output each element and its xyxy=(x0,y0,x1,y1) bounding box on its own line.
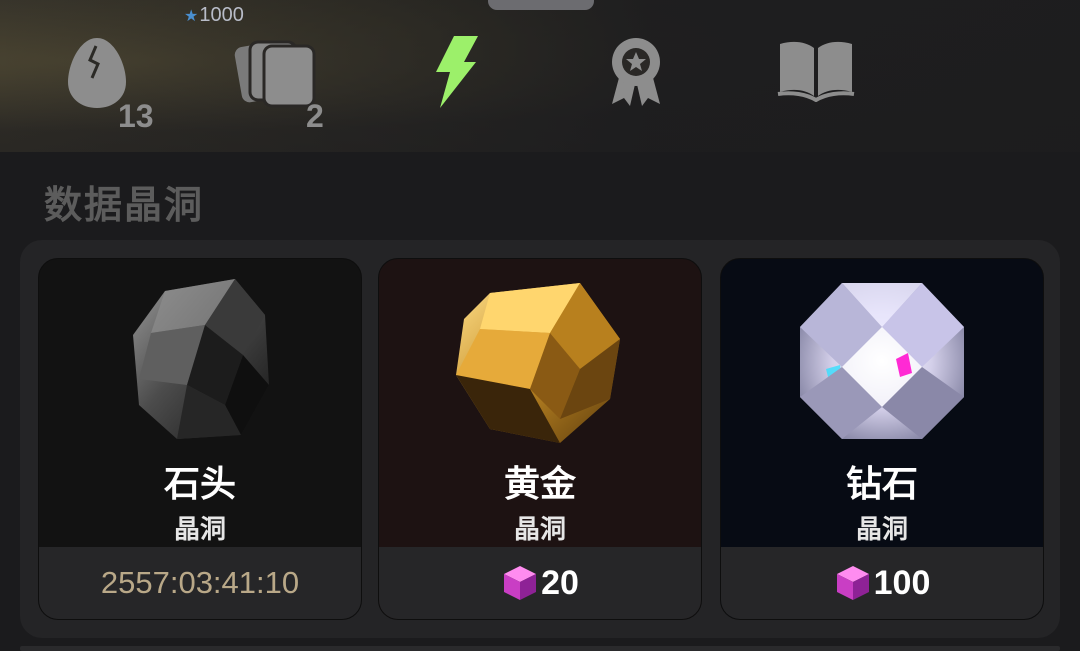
cave-card-gold[interactable]: 黄金 晶洞 20 xyxy=(378,258,702,620)
card-subtitle: 晶洞 xyxy=(855,515,908,545)
tab-achievements[interactable] xyxy=(608,34,664,114)
card-count: 2 xyxy=(306,98,324,134)
drag-handle[interactable] xyxy=(488,0,594,10)
lightning-icon xyxy=(436,36,478,108)
price-value: 20 xyxy=(541,563,579,602)
cards-icon xyxy=(234,40,316,108)
cave-card-diamond[interactable]: 钻石 晶洞 100 xyxy=(720,258,1044,620)
card-name: 石头 xyxy=(163,464,236,505)
price-value: 100 xyxy=(873,563,931,602)
medal-icon xyxy=(612,38,660,106)
card-subtitle: 晶洞 xyxy=(513,515,566,545)
bottom-divider xyxy=(20,646,1060,651)
diamond-gem-icon xyxy=(800,283,964,439)
section-title: 数据晶洞 xyxy=(44,183,205,227)
top-score-value: 1000 xyxy=(199,4,244,26)
pink-cube-icon xyxy=(836,566,869,600)
tab-cards[interactable]: 2 xyxy=(234,34,334,134)
cave-card-stone[interactable]: 石头 晶洞 2557:03:41:10 xyxy=(38,258,362,620)
egg-count: 13 xyxy=(118,98,154,134)
gold-gem-icon xyxy=(456,283,620,443)
star-icon: ★ xyxy=(184,8,199,25)
cooldown-timer: 2557:03:41:10 xyxy=(100,565,300,600)
card-name: 黄金 xyxy=(503,464,576,505)
book-icon xyxy=(777,41,855,102)
tab-energy[interactable] xyxy=(432,34,486,114)
tab-eggs[interactable]: 13 xyxy=(62,34,172,134)
card-subtitle: 晶洞 xyxy=(173,515,226,545)
card-footer-price[interactable]: 20 xyxy=(379,547,701,619)
card-name: 钻石 xyxy=(845,464,918,505)
top-score-tag: ★1000 xyxy=(184,4,244,27)
card-footer-price[interactable]: 100 xyxy=(721,547,1043,619)
pink-cube-icon xyxy=(504,566,537,600)
stone-gem-icon xyxy=(133,279,269,439)
card-footer-timer: 2557:03:41:10 xyxy=(39,547,361,619)
tab-guide[interactable] xyxy=(776,34,856,114)
